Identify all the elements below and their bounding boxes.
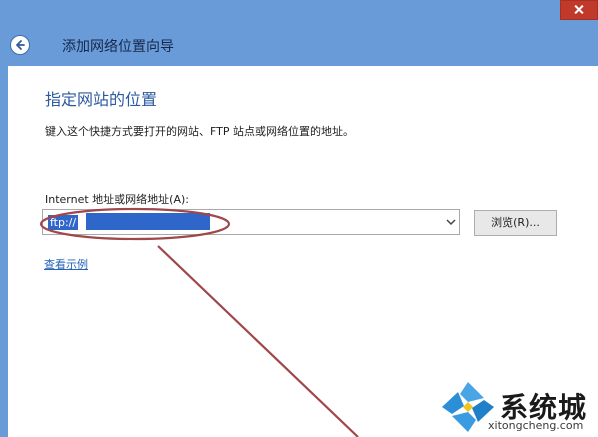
watermark-url: xitongcheng.com xyxy=(488,419,584,432)
address-field-label: Internet 地址或网络地址(A): xyxy=(45,193,189,206)
window-title: 添加网络位置向导 xyxy=(62,39,174,55)
browse-button[interactable]: 浏览(R)... xyxy=(474,210,557,236)
window-titlebar: 添加网络位置向导 xyxy=(0,0,598,66)
address-selection-highlight xyxy=(86,213,210,230)
back-button[interactable] xyxy=(10,35,30,55)
address-combobox[interactable]: ftp:// xyxy=(42,209,460,235)
back-arrow-icon xyxy=(16,40,25,50)
page-heading: 指定网站的位置 xyxy=(45,90,158,109)
chevron-down-icon[interactable] xyxy=(446,218,456,226)
page-description: 键入这个快捷方式要打开的网站、FTP 站点或网络位置的地址。 xyxy=(45,125,354,138)
address-input-value[interactable]: ftp:// xyxy=(48,215,79,230)
view-example-link[interactable]: 查看示例 xyxy=(44,256,88,272)
close-button[interactable] xyxy=(560,0,598,20)
watermark-logo: 系统城 xitongcheng.com xyxy=(440,378,598,437)
